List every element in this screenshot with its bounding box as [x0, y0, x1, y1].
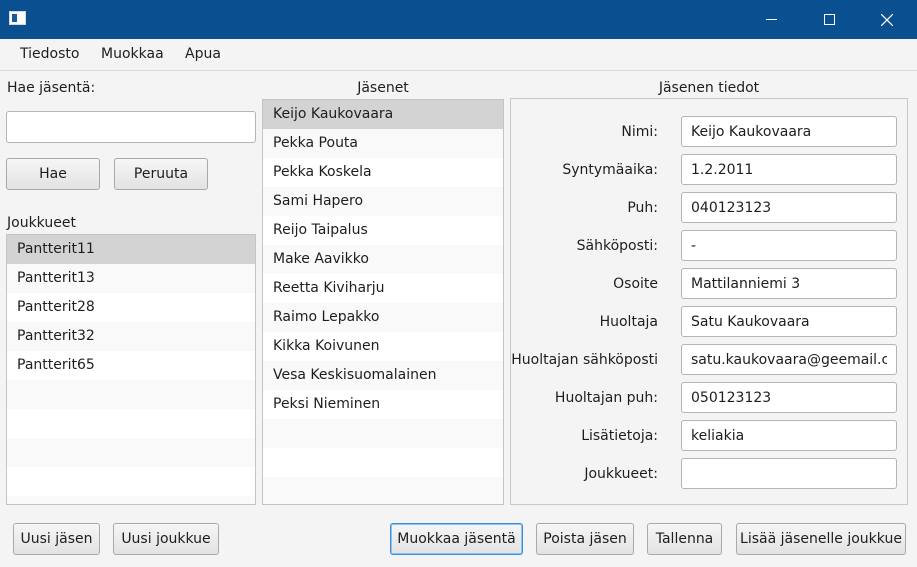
cancel-search-button[interactable]: Peruuta [114, 158, 208, 190]
close-button[interactable] [858, 0, 916, 39]
name-label: Nimi: [621, 124, 658, 140]
list-item-member[interactable]: Raimo Lepakko [263, 303, 503, 332]
list-item-member[interactable]: Kikka Koivunen [263, 332, 503, 361]
list-item-member[interactable]: Make Aavikko [263, 245, 503, 274]
close-icon [881, 13, 893, 26]
maximize-button[interactable] [800, 0, 858, 39]
list-item-team[interactable]: Pantterit28 [7, 293, 255, 322]
list-empty-row [7, 409, 255, 438]
guardian-email-field[interactable] [681, 344, 897, 375]
list-item-member[interactable]: Reetta Kiviharju [263, 274, 503, 303]
delete-member-button[interactable]: Poista jäsen [536, 523, 634, 555]
address-label: Osoite [613, 276, 658, 292]
phone-field[interactable] [681, 192, 897, 223]
guardian-label: Huoltaja [599, 314, 658, 330]
member-teams-field[interactable] [681, 458, 897, 489]
menu-muokkaa[interactable]: Muokkaa [101, 46, 164, 62]
menu-bar: Tiedosto Muokkaa Apua [0, 39, 917, 71]
guardian-email-label: Huoltajan sähköposti [511, 352, 658, 368]
notes-field[interactable] [681, 420, 897, 451]
list-item-team[interactable]: Pantterit65 [7, 351, 255, 380]
minimize-button[interactable] [742, 0, 800, 39]
maximize-icon [823, 14, 835, 25]
app-icon [9, 11, 26, 25]
search-label: Hae jäsentä: [7, 80, 96, 96]
list-item-member[interactable]: Vesa Keskisuomalainen [263, 361, 503, 390]
guardian-phone-label: Huoltajan puh: [554, 390, 658, 406]
birthdate-field[interactable] [681, 154, 897, 185]
address-field[interactable] [681, 268, 897, 299]
member-teams-label: Joukkueet: [584, 466, 658, 482]
save-button[interactable]: Tallenna [647, 523, 722, 555]
search-input[interactable] [6, 111, 256, 143]
list-empty-row [7, 380, 255, 409]
list-item-member[interactable]: Reijo Taipalus [263, 216, 503, 245]
members-label: Jäsenet [357, 80, 409, 96]
list-empty-row [7, 438, 255, 467]
list-item-team[interactable]: Pantterit13 [7, 264, 255, 293]
guardian-field[interactable] [681, 306, 897, 337]
list-item-member[interactable]: Pekka Pouta [263, 129, 503, 158]
new-member-button[interactable]: Uusi jäsen [13, 523, 100, 555]
list-item-team[interactable]: Pantterit11 [7, 235, 255, 264]
guardian-phone-field[interactable] [681, 382, 897, 413]
teams-label: Joukkueet [7, 215, 76, 231]
teams-list[interactable]: Pantterit11 Pantterit13 Pantterit28 Pant… [6, 234, 256, 505]
list-item-member[interactable]: Sami Hapero [263, 187, 503, 216]
notes-label: Lisätietoja: [581, 428, 658, 444]
list-item-member[interactable]: Peksi Nieminen [263, 390, 503, 419]
menu-apua[interactable]: Apua [185, 46, 221, 62]
email-field[interactable] [681, 230, 897, 261]
new-team-button[interactable]: Uusi joukkue [113, 523, 219, 555]
list-empty-row [263, 448, 503, 477]
email-label: Sähköposti: [576, 238, 658, 254]
details-title: Jäsenen tiedot [658, 80, 760, 96]
member-details-panel: Nimi: Syntymäaika: Puh: Sähköposti: Osoi… [510, 98, 908, 505]
list-empty-row [7, 467, 255, 496]
add-team-to-member-button[interactable]: Lisää jäsenelle joukkue [736, 523, 906, 555]
menu-tiedosto[interactable]: Tiedosto [20, 46, 79, 62]
name-field[interactable] [681, 116, 897, 147]
search-button[interactable]: Hae [6, 158, 100, 190]
members-list[interactable]: Keijo Kaukovaara Pekka Pouta Pekka Koske… [262, 99, 504, 505]
title-bar [0, 0, 917, 39]
list-empty-row [7, 496, 255, 504]
birthdate-label: Syntymäaika: [562, 162, 658, 178]
edit-member-button[interactable]: Muokkaa jäsentä [390, 523, 523, 555]
phone-label: Puh: [627, 200, 658, 216]
minimize-icon [765, 19, 777, 20]
list-item-member[interactable]: Pekka Koskela [263, 158, 503, 187]
list-empty-row [263, 419, 503, 448]
list-item-team[interactable]: Pantterit32 [7, 322, 255, 351]
list-empty-row [263, 477, 503, 504]
list-item-member[interactable]: Keijo Kaukovaara [263, 100, 503, 129]
